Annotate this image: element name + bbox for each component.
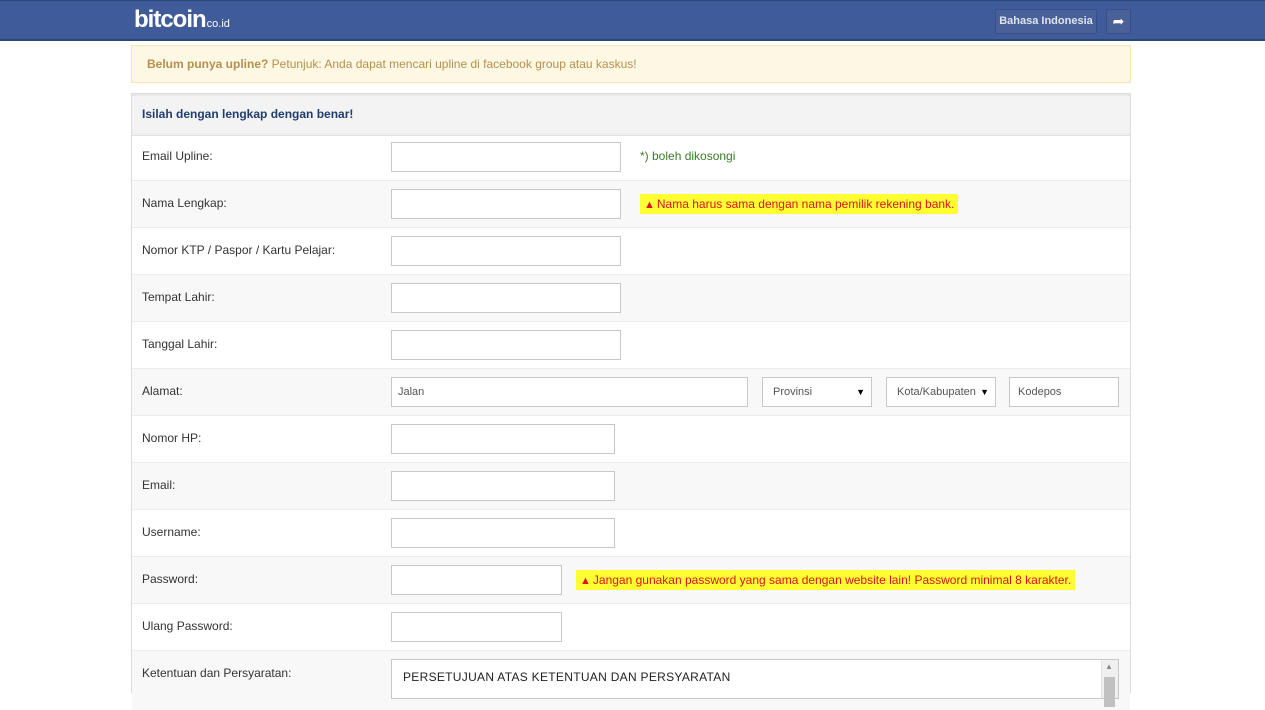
scroll-up-icon[interactable]: ▲ (1105, 662, 1113, 671)
redirect-button[interactable]: ➦ (1106, 9, 1131, 34)
street-input[interactable]: Jalan (391, 377, 748, 407)
language-button[interactable]: Bahasa Indonesia (995, 9, 1097, 34)
username-label: Username: (142, 525, 201, 539)
city-select[interactable]: Kota/Kabupaten ▼ (886, 377, 996, 407)
phone-input[interactable] (391, 424, 615, 454)
top-navbar: bitcoin co.id Bahasa Indonesia ➦ (0, 0, 1265, 41)
email-upline-input[interactable] (391, 142, 621, 172)
row-password-repeat: Ulang Password: (132, 603, 1130, 650)
row-username: Username: (132, 509, 1130, 556)
id-number-input[interactable] (391, 236, 621, 266)
upline-notice: Belum punya upline? Petunjuk: Anda dapat… (131, 45, 1131, 83)
site-logo[interactable]: bitcoin co.id (134, 7, 230, 33)
id-number-label: Nomor KTP / Paspor / Kartu Pelajar: (142, 243, 336, 257)
phone-label: Nomor HP: (142, 431, 202, 445)
row-birth-place: Tempat Lahir: (132, 274, 1130, 321)
terms-label: Ketentuan dan Persyaratan: (142, 666, 292, 680)
row-id-number: Nomor KTP / Paspor / Kartu Pelajar: (132, 227, 1130, 274)
full-name-input[interactable] (391, 189, 621, 219)
address-label: Alamat: (142, 384, 183, 398)
row-birth-date: Tanggal Lahir: (132, 321, 1130, 368)
notice-bold: Belum punya upline? (147, 57, 269, 71)
password-label: Password: (142, 572, 199, 586)
password-warning: ▲ Jangan gunakan password yang sama denga… (576, 570, 1076, 590)
logo-text: bitcoin (134, 6, 207, 33)
share-icon: ➦ (1112, 13, 1125, 29)
city-value: Kota/Kabupaten (897, 386, 976, 398)
terms-scrollbar[interactable]: ▲ (1101, 660, 1118, 707)
password-repeat-label: Ulang Password: (142, 619, 233, 633)
row-password: Password: ▲ Jangan gunakan password yang … (132, 556, 1130, 603)
chevron-down-icon: ▼ (980, 387, 989, 397)
terms-title: PERSETUJUAN ATAS KETENTUAN DAN PERSYARAT… (403, 670, 731, 684)
chevron-down-icon: ▼ (856, 387, 865, 397)
email-upline-label: Email Upline: (142, 149, 213, 163)
birth-place-label: Tempat Lahir: (142, 290, 215, 304)
row-terms: Ketentuan dan Persyaratan: PERSETUJUAN A… (132, 650, 1130, 710)
province-select[interactable]: Provinsi ▼ (762, 377, 872, 407)
birth-date-label: Tanggal Lahir: (142, 337, 218, 351)
password-repeat-input[interactable] (391, 612, 562, 642)
birth-date-input[interactable] (391, 330, 621, 360)
form-title: Isilah dengan lengkap dengan benar! (132, 94, 1130, 136)
province-value: Provinsi (773, 386, 813, 398)
username-input[interactable] (391, 518, 615, 548)
row-address: Alamat: Jalan Provinsi ▼ Kota/Kabupaten ▼ … (132, 368, 1130, 415)
full-name-warning-text: Nama harus sama dengan nama pemilik reke… (656, 197, 955, 211)
row-email: Email: (132, 462, 1130, 509)
scroll-thumb[interactable] (1104, 677, 1115, 707)
terms-textarea[interactable]: PERSETUJUAN ATAS KETENTUAN DAN PERSYARAT… (391, 659, 1119, 707)
warning-icon: ▲ (644, 199, 655, 211)
full-name-warning: ▲ Nama harus sama dengan nama pemilik rek… (640, 194, 959, 214)
password-input[interactable] (391, 565, 562, 595)
row-full-name: Nama Lengkap: ▲ Nama harus sama dengan na… (132, 180, 1130, 227)
postal-code-input[interactable]: Kodepos (1009, 377, 1119, 407)
logo-suffix: co.id (206, 18, 230, 30)
password-warning-text: Jangan gunakan password yang sama dengan… (592, 573, 1072, 587)
row-phone: Nomor HP: (132, 415, 1130, 462)
full-name-label: Nama Lengkap: (142, 196, 227, 210)
notice-text: Petunjuk: Anda dapat mencari upline di f… (268, 57, 637, 71)
row-email-upline: Email Upline: *) boleh dikosongi (132, 133, 1130, 180)
birth-place-input[interactable] (391, 283, 621, 313)
registration-form: Isilah dengan lengkap dengan benar! Emai… (131, 93, 1131, 710)
email-upline-hint: *) boleh dikosongi (640, 149, 736, 163)
email-input[interactable] (391, 471, 615, 501)
email-label: Email: (142, 478, 176, 492)
warning-icon: ▲ (580, 575, 591, 587)
